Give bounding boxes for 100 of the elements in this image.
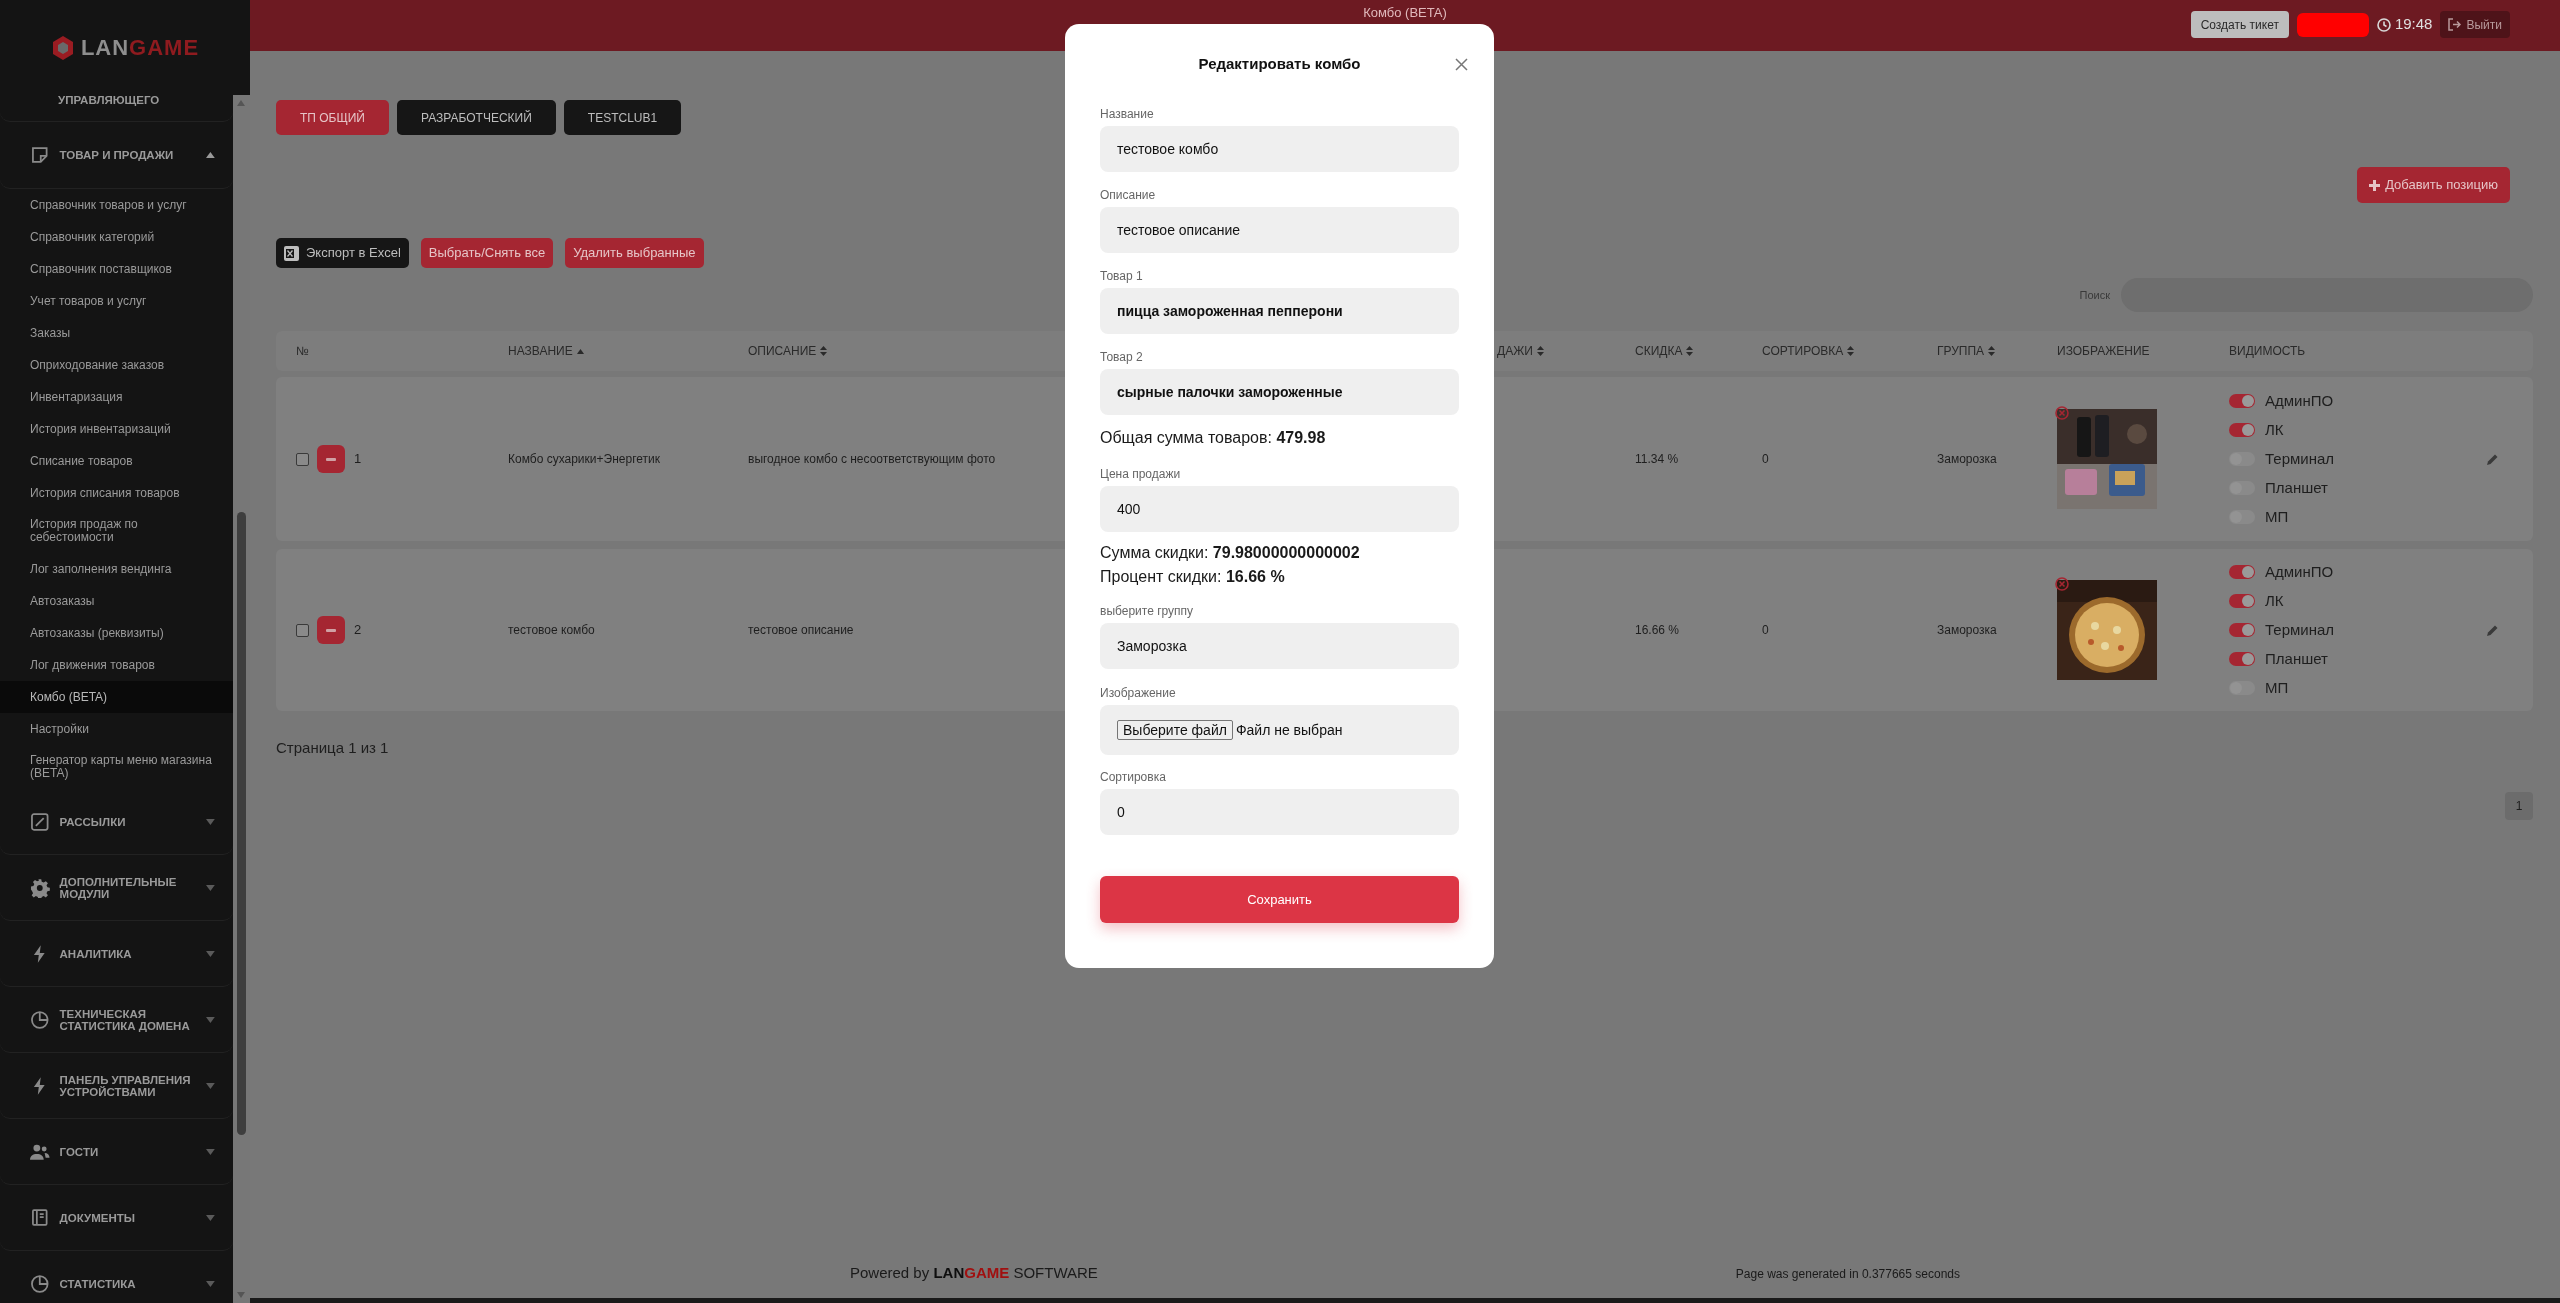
sidebar-item[interactable]: Автозаказы [0, 585, 233, 617]
sort-ascending-icon[interactable] [576, 348, 584, 354]
summary-text: Общая сумма товаров: 479.98 [1100, 428, 1327, 448]
note-icon [30, 145, 50, 165]
column-header[interactable]: ИЗОБРАЖЕНИЕ [2057, 342, 2150, 360]
sidebar-item[interactable]: Справочник товаров и услуг [0, 189, 233, 221]
sidebar-item[interactable]: Списание товаров [0, 445, 233, 477]
modal-title: Редактировать комбо [1198, 53, 1361, 74]
sidebar-item[interactable]: Учет товаров и услуг [0, 285, 233, 317]
toggle-label: МП [2265, 506, 2289, 527]
logout-icon [2448, 18, 2462, 31]
logout-button[interactable]: Выйти [2440, 11, 2510, 38]
page-summary: Страница 1 из 1 [276, 738, 390, 758]
sidebar-section[interactable]: УПРАВЛЯЮЩЕГО [58, 95, 233, 106]
input-field[interactable]: 0 [1100, 789, 1459, 835]
sidebar-item[interactable]: Комбо (BETA) [0, 681, 233, 713]
close-icon[interactable] [1455, 58, 1468, 71]
sort-icon[interactable] [1686, 346, 1694, 356]
clock-time: 19:48 [2394, 14, 2433, 35]
table-cell-text: выгодное комбо с несоответствующим фото [748, 451, 996, 468]
select-field[interactable]: пицца замороженная пепперони [1100, 288, 1459, 334]
column-header[interactable]: ВИДИМОСТЬ [2229, 342, 2306, 360]
row-number: 2 [354, 621, 362, 640]
book-icon [30, 1207, 50, 1228]
sidebar-item[interactable]: Справочник поставщиков [0, 253, 233, 285]
club-tab[interactable]: TESTCLUB1 [563, 100, 682, 135]
column-header[interactable]: № [296, 342, 309, 360]
choose-file-button[interactable]: Выберите файл [1117, 720, 1233, 740]
column-header[interactable]: СОРТИРОВКА [1762, 342, 1844, 360]
column-header[interactable]: СКИДКА [1635, 342, 1683, 360]
select-field[interactable]: сырные палочки замороженные [1100, 369, 1459, 415]
sidebar-item[interactable]: Лог заполнения вендинга [0, 553, 233, 585]
club-tab[interactable]: ТП ОБЩИЙ [276, 100, 389, 135]
sidebar-item[interactable]: История списания товаров [0, 477, 233, 509]
club-tab[interactable]: РАЗРАБОТЧЕСКИЙ [397, 100, 556, 135]
pencil-icon[interactable] [2487, 453, 2498, 465]
section-label: ТОВАР И ПРОДАЖИ [59, 149, 175, 161]
table-cell-text: тестовое описание [748, 622, 854, 639]
remove-button[interactable] [317, 616, 345, 644]
field-label: Описание [1100, 188, 1157, 203]
logo-icon [50, 34, 75, 61]
sidebar-item[interactable]: Настройки [0, 713, 233, 745]
input-field[interactable]: Заморозка [1100, 623, 1459, 669]
page-title: Комбо (BETA) [1363, 5, 1447, 21]
input-field[interactable]: тестовое комбо [1100, 126, 1459, 172]
table-cell-text: тестовое комбо [508, 622, 595, 639]
create-ticket-button[interactable]: Создать тикет [2190, 11, 2289, 38]
column-header[interactable]: ДАЖИ [1497, 342, 1533, 360]
sidebar-item[interactable]: Оприходование заказов [0, 349, 233, 381]
action-button[interactable]: Выбрать/Снять все [420, 238, 554, 268]
pencil-icon[interactable] [2487, 624, 2498, 636]
column-header[interactable]: ГРУППА [1937, 342, 1985, 360]
file-field[interactable]: Выберите файл Файл не выбран [1100, 705, 1459, 755]
toggle-switch[interactable] [2229, 423, 2255, 437]
sidebar-item[interactable]: Заказы [0, 317, 233, 349]
checkbox[interactable] [296, 623, 309, 637]
section-label: ДОКУМЕНТЫ [59, 1211, 136, 1224]
column-header[interactable]: НАЗВАНИЕ [508, 342, 573, 360]
toggle-label: Терминал [2265, 448, 2335, 469]
toggle-switch[interactable] [2229, 623, 2255, 637]
logo-text: LANGAME [80, 34, 200, 62]
save-button[interactable]: Сохранить [1100, 876, 1459, 923]
toggle-switch[interactable] [2229, 594, 2255, 608]
toggle-switch[interactable] [2229, 394, 2255, 408]
sort-icon[interactable] [1988, 346, 1996, 356]
input-field[interactable]: 400 [1100, 486, 1459, 532]
input-field[interactable]: тестовое описание [1100, 207, 1459, 253]
sort-icon[interactable] [820, 346, 828, 356]
toggle-label: Терминал [2265, 619, 2335, 640]
field-label: Товар 1 [1100, 269, 1144, 284]
file-status: Файл не выбран [1235, 720, 1343, 740]
sidebar-item[interactable]: История продаж по себестоимости [0, 509, 233, 553]
sidebar-item[interactable]: Инвентаризация [0, 381, 233, 413]
sidebar-item[interactable]: Автозаказы (реквизиты) [0, 617, 233, 649]
sidebar-item[interactable]: Лог движения товаров [0, 649, 233, 681]
action-button[interactable]: Удалить выбранные [565, 238, 704, 268]
remove-image-icon[interactable] [2055, 577, 2069, 591]
sidebar-item[interactable]: История инвентаризаций [0, 413, 233, 445]
export-button[interactable]: Экспорт в Excel [276, 238, 409, 268]
summary-text: Процент скидки: 16.66 % [1100, 567, 1286, 587]
powered-by-text: Powered by LANGAME SOFTWARE [850, 1263, 1098, 1284]
gear-icon [30, 877, 50, 898]
scrollbar[interactable] [233, 95, 250, 1303]
remove-image-icon[interactable] [2055, 406, 2069, 420]
add-position-button[interactable]: Добавить позицию [2357, 167, 2510, 203]
sidebar-item[interactable]: Генератор карты меню магазина (BETA) [0, 745, 233, 789]
table-cell-text: Заморозка [1937, 622, 1997, 639]
toggle-label: МП [2265, 677, 2289, 698]
toggle-switch[interactable] [2229, 565, 2255, 579]
column-header[interactable]: ОПИСАНИЕ [748, 342, 817, 360]
toggle-label: Планшет [2265, 477, 2328, 498]
table-cell-text: 0 [1762, 622, 1769, 639]
toggle-switch[interactable] [2229, 652, 2255, 666]
sort-icon[interactable] [1847, 346, 1855, 356]
remove-button[interactable] [317, 445, 345, 473]
edit-square-icon [30, 811, 50, 832]
pie-chart-icon [30, 1009, 50, 1030]
sort-icon[interactable] [1536, 346, 1544, 356]
sidebar-item[interactable]: Справочник категорий [0, 221, 233, 253]
checkbox[interactable] [296, 452, 309, 466]
